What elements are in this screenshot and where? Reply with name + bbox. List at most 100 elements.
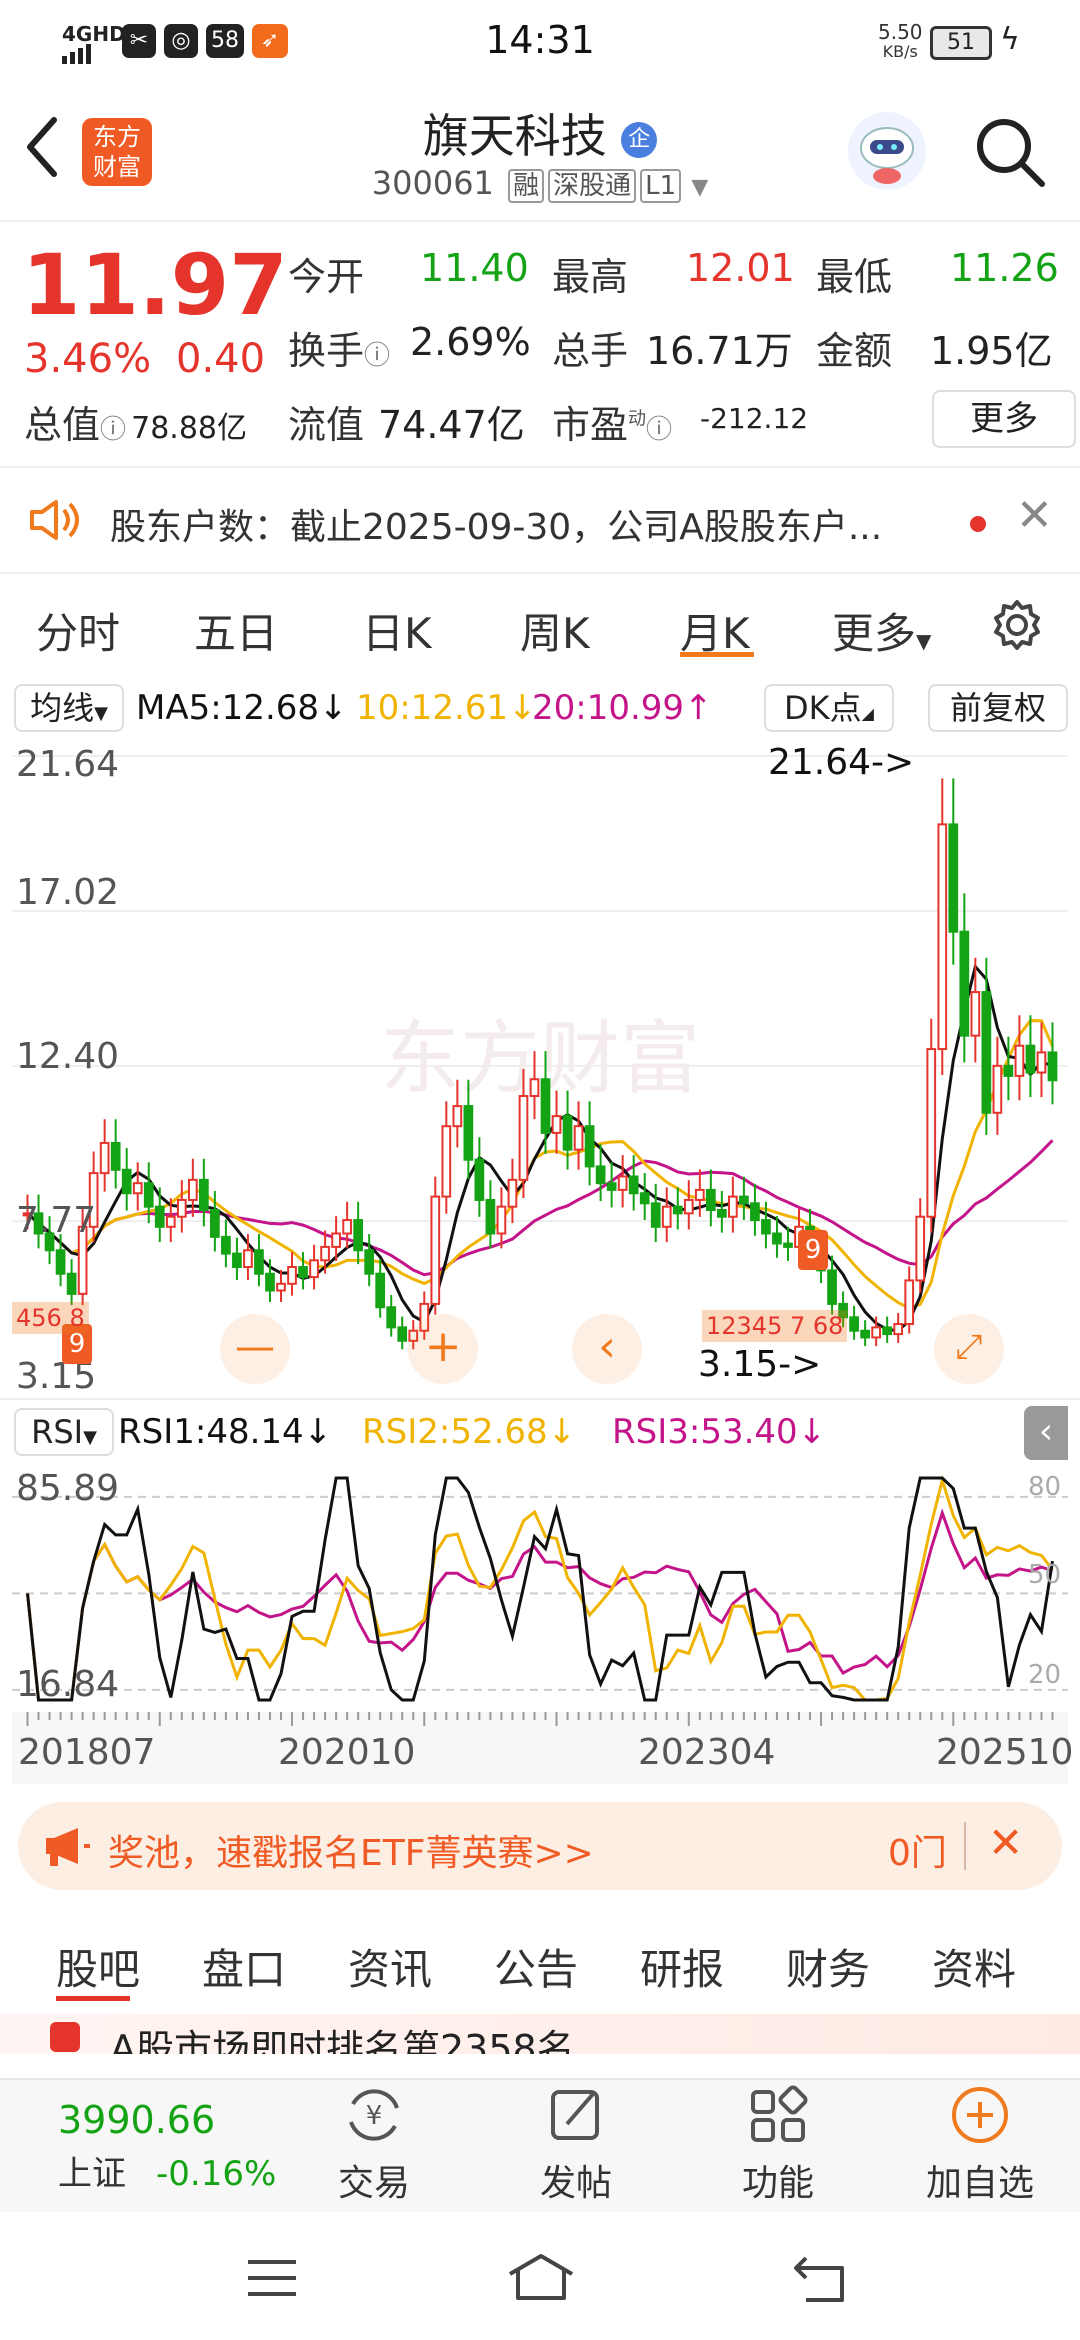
tab-daily-k[interactable]: 日K (362, 600, 432, 661)
candle-body (827, 1269, 837, 1305)
candle-body (750, 1202, 760, 1222)
index-quote[interactable]: 3990.66 上证 -0.16% (58, 2098, 276, 2195)
system-nav-bar (0, 2212, 1080, 2340)
candle-body (132, 1182, 143, 1195)
nav-post[interactable]: 发帖 (476, 2084, 676, 2206)
promo-banner[interactable]: 奖池，速戳报名ETF菁英赛>> 0门 ✕ (18, 1802, 1062, 1890)
search-button[interactable] (972, 114, 1048, 194)
candle-body (121, 1168, 132, 1195)
kline-chart[interactable]: 东方财富 21.64 17.02 12.40 7.77 3.15 21.64->… (12, 736, 1068, 1397)
tab-minute[interactable]: 分时 (36, 600, 120, 661)
home-icon[interactable] (506, 2252, 576, 2306)
battery-icon: 51 (930, 26, 992, 60)
rsi-bar: RSI▼ RSI1:48.14↓ RSI2:52.68↓ RSI3:53.40↓… (0, 1398, 1080, 1460)
candle-body (871, 1326, 882, 1339)
more-button[interactable]: 更多 (932, 390, 1076, 448)
tab-guba[interactable]: 股吧 (56, 1936, 140, 1997)
banner-text: 奖池，速戳报名ETF菁英赛>> (108, 1833, 594, 1874)
candle-body (265, 1272, 275, 1292)
candle-body (1025, 1044, 1036, 1074)
tab-profile[interactable]: 资料 (932, 1936, 1016, 1997)
candle-body (210, 1209, 220, 1238)
volume-value: 16.71万 (646, 329, 793, 373)
fullscreen-button[interactable]: ⤢ (934, 1314, 1004, 1384)
candle-body (1003, 1064, 1014, 1077)
y-label-2: 17.02 (16, 872, 120, 913)
nav-post-label: 发帖 (539, 2163, 612, 2204)
tab-research[interactable]: 研报 (640, 1936, 724, 1997)
rsi2-value: RSI2:52.68↓ (362, 1412, 577, 1452)
candle-body (926, 1048, 937, 1218)
ma5-text: MA5:12.68 (136, 688, 320, 728)
robot-assistant-icon[interactable] (848, 112, 926, 190)
nav-functions-label: 功能 (741, 2163, 814, 2204)
nav-add-watch[interactable]: 加自选 (880, 2084, 1080, 2206)
collapse-panel-button[interactable]: ‹ (1024, 1406, 1068, 1460)
connect-tag: 深股通 (548, 169, 637, 203)
min-price-marker: 3.15-> (698, 1344, 822, 1385)
candle-body (452, 1105, 463, 1128)
info-icon[interactable]: ⓘ (100, 415, 126, 445)
candle-body (772, 1232, 782, 1245)
indicator-selector[interactable]: 均线▼ (14, 684, 124, 732)
back-icon[interactable] (790, 2254, 850, 2308)
candle-body (430, 1195, 441, 1305)
nav-add-watch-label: 加自选 (925, 2163, 1034, 2204)
tab-more[interactable]: 更多▼ (832, 600, 931, 661)
tab-announcements[interactable]: 公告 (494, 1936, 578, 1997)
close-icon[interactable]: ✕ (1016, 490, 1053, 541)
rsi-chart[interactable]: 85.89 16.84 80 50 20 (12, 1464, 1068, 1710)
dropdown-icon[interactable]: ▼ (691, 175, 708, 200)
tab-news[interactable]: 资讯 (348, 1936, 432, 1997)
candle-body (165, 1215, 176, 1228)
info-icon[interactable]: ⓘ (364, 341, 390, 371)
tab-weekly-k[interactable]: 周K (520, 600, 590, 661)
candle-body (397, 1326, 408, 1342)
tab-finance[interactable]: 财务 (786, 1936, 870, 1997)
menu-icon[interactable] (244, 2256, 300, 2304)
rsi-level-20: 20 (1028, 1660, 1062, 1690)
nav-functions[interactable]: 功能 (678, 2084, 878, 2206)
rank-strip[interactable]: A股市场即时排名第2358名 (0, 2014, 1080, 2054)
margin-tag: 融 (508, 169, 545, 203)
total-cap-label: 总值 (24, 403, 101, 447)
pe-label: 市盈动ⓘ (552, 394, 672, 449)
tab-five-day[interactable]: 五日 (194, 600, 278, 661)
sequence-tag: 12345 7 68 (702, 1310, 848, 1342)
scroll-left-button[interactable]: ‹ (572, 1314, 642, 1384)
unread-dot (970, 516, 986, 532)
candle-body (386, 1306, 397, 1329)
candle-body (959, 930, 970, 1037)
candle-body (353, 1219, 364, 1252)
ma-bar: 均线▼ MA5:12.68↓ 10:12.61↓ 20:10.99↑ DK点◢ … (0, 680, 1080, 732)
tab-pankou[interactable]: 盘口 (202, 1936, 286, 1997)
candle-body (948, 823, 959, 933)
info-icon[interactable]: ⓘ (646, 415, 672, 445)
candle-body (761, 1219, 771, 1235)
candle-body (650, 1202, 661, 1228)
y-label-max: 21.64 (16, 744, 120, 785)
battery-level: 51 (947, 30, 975, 55)
chart-settings-button[interactable] (990, 598, 1044, 656)
nav-trade[interactable]: ¥ 交易 (274, 2084, 474, 2206)
enterprise-badge: 企 (621, 121, 658, 158)
candle-body (661, 1205, 672, 1228)
candle-body (1036, 1051, 1047, 1074)
candle-body (198, 1178, 209, 1212)
quote-panel: 11.97 3.46% 0.40 总值ⓘ 78.88亿 今开 11.40 最高 … (0, 222, 1080, 462)
zoom-out-button[interactable]: — (220, 1314, 290, 1384)
adjust-button[interactable]: 前复权 (928, 684, 1068, 732)
dk-point-button[interactable]: DK点◢ (764, 684, 894, 732)
candle-body (705, 1188, 716, 1212)
x-label-4: 202510 (936, 1732, 1074, 1773)
close-icon[interactable]: ✕ (988, 1818, 1023, 1867)
candle-body (463, 1105, 474, 1161)
rsi-selector[interactable]: RSI▼ (14, 1408, 114, 1456)
event-tag[interactable]: 9 (798, 1230, 828, 1270)
zoom-in-button[interactable]: + (408, 1314, 478, 1384)
candle-body (254, 1249, 264, 1275)
ma20-value: 20:10.99↑ (532, 688, 713, 728)
candle-body (99, 1141, 110, 1175)
notice-bar[interactable]: 股东户数：截止2025-09-30，公司A股股东户... ✕ (0, 466, 1080, 574)
candle-body (331, 1232, 341, 1248)
